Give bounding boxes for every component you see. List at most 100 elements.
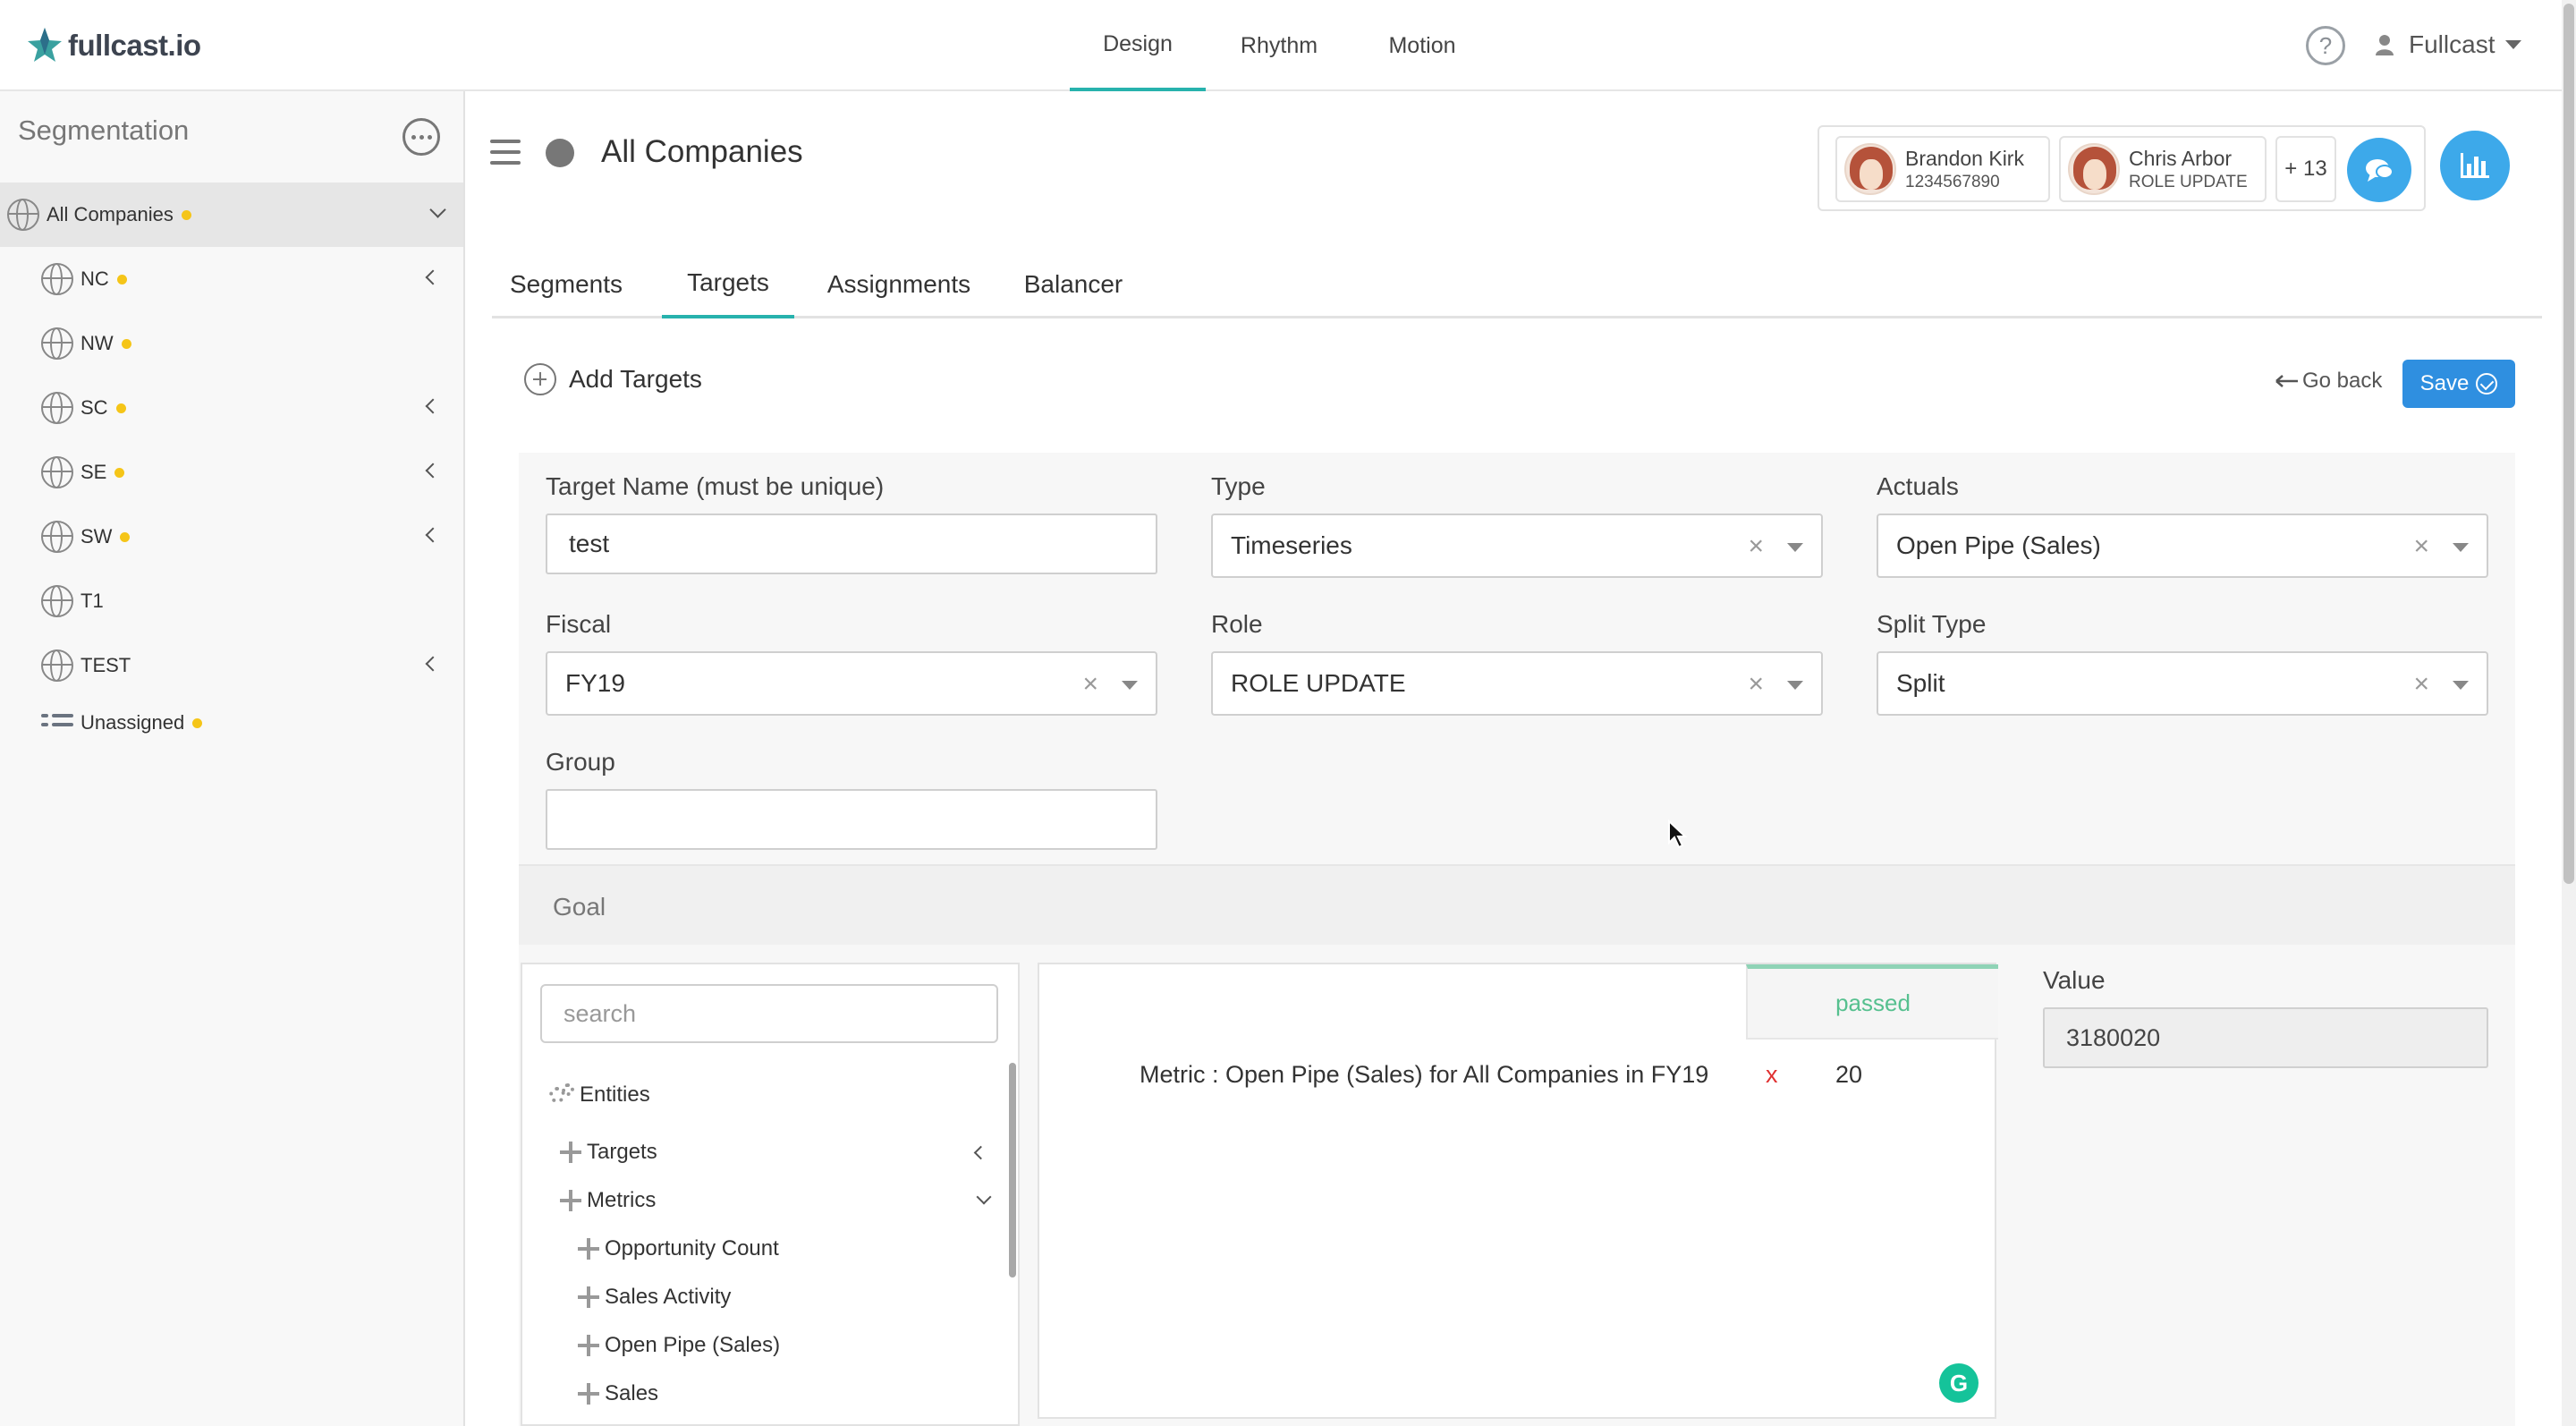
nav-tab-motion[interactable]: Motion [1377, 0, 1467, 91]
gears-icon [549, 1083, 574, 1107]
sidebar-item-test[interactable]: TEST [0, 633, 463, 698]
chat-button[interactable] [2347, 138, 2411, 202]
collaborator-card[interactable]: Brandon Kirk 1234567890 [1835, 136, 2050, 202]
clear-icon[interactable]: × [2413, 531, 2429, 562]
tree-node-metrics[interactable]: Metrics [560, 1183, 1021, 1218]
chevron-down-icon[interactable] [429, 201, 446, 218]
drag-handle-icon[interactable] [560, 1190, 581, 1211]
goal-section-header: Goal [519, 864, 2515, 945]
more-collaborators-badge[interactable]: + 13 [2275, 136, 2336, 202]
add-targets-button[interactable]: Add Targets [524, 363, 702, 395]
tree-label: Sales [605, 1381, 659, 1405]
chevron-left-icon[interactable] [425, 527, 441, 543]
chevron-down-icon[interactable] [976, 1189, 992, 1205]
formula-panel[interactable]: passed Metric : Open Pipe (Sales) for Al… [1038, 963, 1998, 1419]
entities-scrollbar[interactable] [1009, 1063, 1016, 1277]
dropdown-arrow-icon[interactable] [2453, 681, 2469, 690]
fiscal-value: FY19 [565, 669, 625, 697]
tab-balancer[interactable]: Balancer [1020, 250, 1127, 318]
dropdown-arrow-icon[interactable] [1122, 681, 1138, 690]
grammarly-icon[interactable]: G [1939, 1363, 1979, 1403]
chevron-left-icon[interactable] [425, 398, 441, 414]
type-select[interactable]: Timeseries × [1211, 514, 1823, 578]
user-menu[interactable]: Fullcast [2375, 27, 2522, 63]
entity-search-input[interactable]: search [540, 984, 998, 1043]
chevron-left-icon[interactable] [425, 463, 441, 479]
caret-down-icon [2505, 40, 2522, 49]
clear-icon[interactable]: × [1748, 669, 1764, 700]
mouse-cursor-icon [1668, 819, 1688, 849]
save-button[interactable]: Save [2402, 360, 2515, 408]
hamburger-menu-icon[interactable] [490, 140, 521, 165]
sidebar-item-sw[interactable]: SW [0, 505, 463, 569]
drag-handle-icon[interactable] [578, 1335, 599, 1356]
drag-handle-icon[interactable] [560, 1142, 581, 1163]
drag-handle-icon[interactable] [578, 1238, 599, 1260]
page-title: All Companies [601, 134, 803, 169]
status-dot [181, 209, 191, 220]
tab-assignments[interactable]: Assignments [823, 250, 975, 318]
actuals-label: Actuals [1877, 472, 1959, 500]
clear-icon[interactable]: × [1082, 669, 1098, 700]
plus-circle-icon [524, 363, 556, 395]
tree-node-sales[interactable]: Sales [578, 1376, 658, 1412]
role-select[interactable]: ROLE UPDATE × [1211, 651, 1823, 716]
more-options-icon[interactable] [402, 118, 440, 156]
go-back-link[interactable]: Go back [2275, 369, 2382, 394]
type-label: Type [1211, 472, 1266, 500]
globe-icon [41, 392, 73, 424]
tree-root-entities[interactable]: Entities [549, 1077, 650, 1113]
analytics-button[interactable] [2440, 131, 2510, 200]
goal-value-field: 3180020 [2043, 1007, 2488, 1068]
tree-label: Sales Activity [605, 1285, 732, 1309]
sidebar-item-unassigned[interactable]: Unassigned [0, 691, 463, 755]
actuals-select[interactable]: Open Pipe (Sales) × [1877, 514, 2488, 578]
dropdown-arrow-icon[interactable] [1787, 681, 1803, 690]
fiscal-label: Fiscal [546, 610, 612, 638]
dropdown-arrow-icon[interactable] [2453, 543, 2469, 552]
sidebar-item-sc[interactable]: SC [0, 376, 463, 440]
chevron-left-icon[interactable] [973, 1145, 988, 1160]
tree-node-open-pipe-sales[interactable]: Open Pipe (Sales) [578, 1328, 780, 1363]
globe-icon [41, 327, 73, 360]
tab-targets[interactable]: Targets [662, 250, 794, 318]
role-label: Role [1211, 610, 1263, 638]
tab-segments[interactable]: Segments [508, 250, 624, 318]
tree-node-targets[interactable]: Targets [560, 1134, 1021, 1170]
sidebar-item-label: SE [80, 461, 107, 483]
sidebar-item-all-companies[interactable]: All Companies [0, 182, 463, 247]
target-name-input[interactable]: test [546, 514, 1157, 574]
logo-text: fullcast.io [68, 29, 201, 62]
tree-node-opportunity-count[interactable]: Opportunity Count [578, 1231, 779, 1267]
page-scrollbar-thumb[interactable] [2563, 4, 2574, 884]
dropdown-arrow-icon[interactable] [1787, 543, 1803, 552]
value-label: Value [2043, 966, 2106, 994]
tree-node-sales-activity[interactable]: Sales Activity [578, 1279, 731, 1315]
clear-icon[interactable]: × [1748, 531, 1764, 562]
help-icon[interactable]: ? [2306, 26, 2345, 65]
group-input[interactable] [546, 789, 1157, 850]
fiscal-select[interactable]: FY19 × [546, 651, 1157, 716]
metric-value[interactable]: 20 [1835, 1061, 1862, 1089]
clear-icon[interactable]: × [2413, 669, 2429, 700]
sidebar-item-se[interactable]: SE [0, 440, 463, 505]
nav-tab-design[interactable]: Design [1070, 0, 1206, 91]
chevron-left-icon[interactable] [425, 269, 441, 285]
sidebar-item-t1[interactable]: T1 [0, 569, 463, 633]
collaborator-card[interactable]: Chris Arbor ROLE UPDATE [2059, 136, 2267, 202]
goal-title: Goal [553, 893, 606, 921]
sidebar-item-nc[interactable]: NC [0, 247, 463, 311]
drag-handle-icon[interactable] [578, 1286, 599, 1308]
chevron-left-icon[interactable] [425, 656, 441, 672]
segmentation-sidebar: Segmentation All Companies NC NW SC SE S… [0, 91, 465, 1426]
globe-icon [546, 139, 574, 167]
nav-tab-rhythm[interactable]: Rhythm [1225, 0, 1333, 91]
remove-metric-button[interactable]: x [1766, 1061, 1778, 1089]
save-label: Save [2419, 371, 2470, 395]
app-logo[interactable]: fullcast.io [27, 23, 201, 68]
sidebar-item-nw[interactable]: NW [0, 311, 463, 376]
collaborator-subtitle: ROLE UPDATE [2129, 173, 2248, 191]
role-value: ROLE UPDATE [1231, 669, 1406, 697]
split-type-select[interactable]: Split × [1877, 651, 2488, 716]
drag-handle-icon[interactable] [578, 1383, 599, 1405]
